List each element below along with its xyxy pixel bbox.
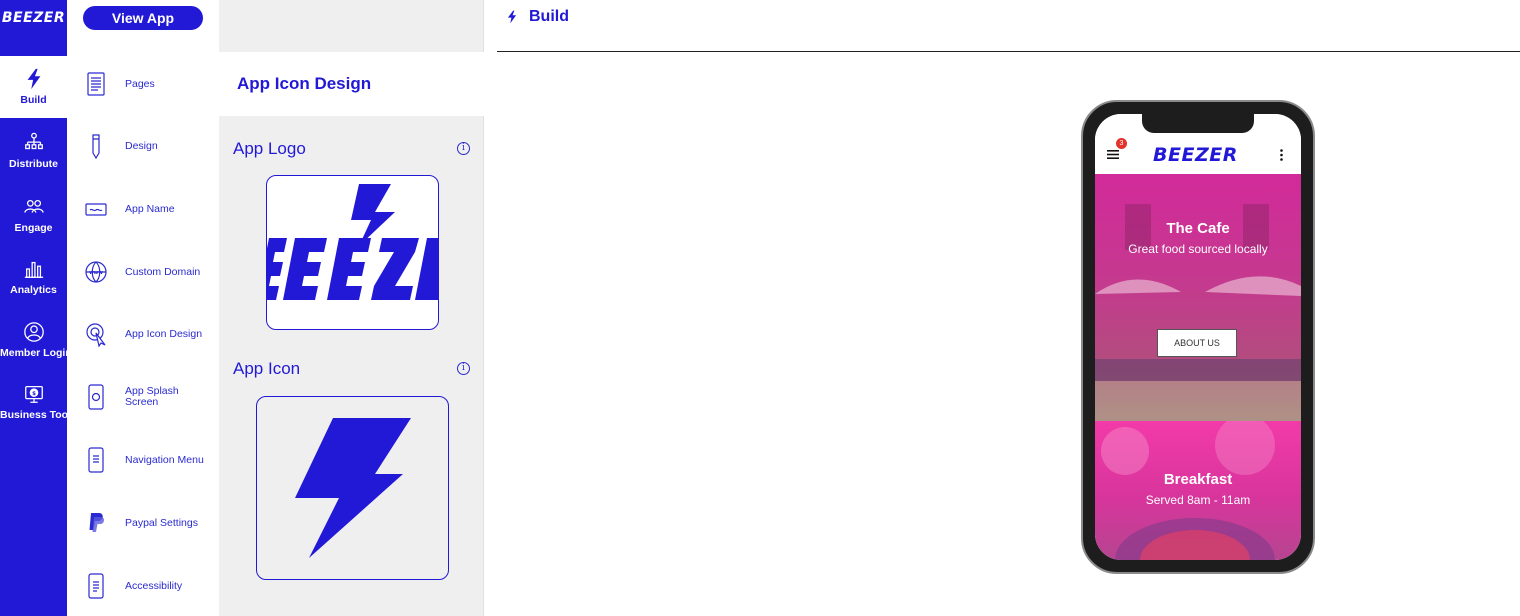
info-icon[interactable]: i	[457, 362, 470, 375]
more-icon[interactable]	[1280, 149, 1283, 161]
menu-item-app-splash-screen[interactable]: App Splash Screen	[67, 377, 219, 417]
menu-item-label: Custom Domain	[125, 265, 201, 278]
cursor-click-icon	[86, 323, 106, 347]
about-us-button[interactable]: ABOUT US	[1157, 329, 1237, 357]
build-menu: View App Pages Design App Name www Custo…	[67, 0, 219, 616]
phone-notch	[1142, 114, 1254, 133]
rail-item-build[interactable]: Build	[0, 56, 67, 118]
rail-item-label: Analytics	[10, 284, 57, 296]
rail-item-label: Business Tools	[0, 409, 67, 421]
menu-item-label: Pages	[125, 77, 155, 90]
phone-menu-icon	[88, 447, 104, 473]
app-logo-preview[interactable]	[266, 175, 439, 330]
view-app-button[interactable]: View App	[83, 6, 203, 30]
menu-item-label: App Icon Design	[125, 327, 203, 340]
app-icon-preview[interactable]	[256, 396, 449, 580]
hamburger-icon[interactable]	[1107, 150, 1119, 159]
divider	[497, 51, 1520, 52]
rail-item-business-tools[interactable]: $ Business Tools	[0, 371, 67, 433]
notification-badge: 3	[1116, 138, 1127, 149]
menu-item-navigation-menu[interactable]: Navigation Menu	[67, 440, 219, 480]
user-circle-icon	[23, 322, 44, 342]
menu-item-label: App Splash Screen	[125, 385, 179, 408]
hero2-subtitle: Served 8am - 11am	[1145, 493, 1251, 507]
people-icon	[23, 199, 44, 213]
card-icon	[85, 203, 107, 216]
beezer-logo-image	[267, 184, 438, 300]
rail-item-distribute[interactable]: Distribute	[0, 120, 67, 182]
bar-chart-icon	[24, 261, 43, 278]
bolt-icon	[507, 10, 517, 24]
left-rail: BEEZER Build Distribute Engage Analytics…	[0, 0, 67, 616]
rail-item-engage[interactable]: Engage	[0, 184, 67, 246]
menu-item-app-name[interactable]: App Name	[67, 189, 219, 229]
document-icon	[87, 72, 105, 96]
paypal-icon	[89, 513, 104, 532]
bolt-icon	[27, 68, 40, 90]
phone-splash-icon	[88, 384, 104, 410]
menu-item-accessibility[interactable]: Accessibility	[67, 566, 219, 606]
svg-text:www: www	[89, 270, 103, 276]
svg-text:$: $	[32, 391, 36, 397]
dollar-monitor-icon: $	[24, 386, 43, 403]
hero2-title: Breakfast	[1163, 471, 1233, 488]
globe-www-icon: www	[85, 261, 107, 283]
rail-item-analytics[interactable]: Analytics	[0, 246, 67, 308]
menu-item-custom-domain[interactable]: www Custom Domain	[67, 252, 219, 292]
app-icon-heading: App Icon	[233, 359, 301, 378]
rail-item-label: Member Login	[0, 347, 67, 359]
breadcrumb-label: Build	[529, 8, 569, 25]
menu-item-label: Navigation Menu	[125, 453, 204, 466]
rail-item-label: Distribute	[8, 158, 58, 170]
panel-title: App Icon Design	[219, 52, 484, 116]
pencil-icon	[92, 134, 100, 159]
info-icon[interactable]: i	[457, 142, 470, 155]
menu-item-label: Design	[125, 139, 158, 152]
menu-item-label: App Name	[125, 202, 175, 215]
menu-item-paypal-settings[interactable]: Paypal Settings	[67, 503, 219, 543]
breakfast-photo	[1101, 421, 1275, 560]
cafe-photo	[1095, 204, 1301, 421]
rail-item-member-login[interactable]: Member Login	[0, 309, 67, 371]
app-icon-design-panel: App Icon Design App Logo i App Icon i	[219, 0, 484, 616]
rail-item-label: Build	[20, 94, 47, 106]
hero-subtitle: Great food sourced locally	[1128, 242, 1268, 256]
rail-item-label: Engage	[14, 222, 53, 234]
phone-preview: 3 BEEZER The Cafe Great food sourced loc…	[1081, 100, 1315, 574]
menu-item-design[interactable]: Design	[67, 126, 219, 166]
breadcrumb: Build	[505, 8, 569, 26]
menu-item-app-icon-design[interactable]: App Icon Design	[67, 314, 219, 354]
phone-accessibility-icon	[88, 573, 104, 599]
app-logo-heading: App Logo	[233, 139, 306, 158]
hero-title: The Cafe	[1166, 220, 1230, 237]
menu-item-pages[interactable]: Pages	[67, 64, 219, 104]
hero-breakfast[interactable]: Breakfast Served 8am - 11am	[1095, 421, 1301, 560]
org-chart-icon	[24, 132, 43, 150]
beezer-logo: BEEZER	[1, 10, 66, 26]
menu-item-label: Accessibility	[125, 579, 183, 592]
hero-cafe[interactable]: The Cafe Great food sourced locally ABOU…	[1095, 174, 1301, 421]
bolt-icon	[294, 417, 411, 558]
app-brand: BEEZER	[1153, 144, 1238, 166]
phone-screen: 3 BEEZER The Cafe Great food sourced loc…	[1095, 114, 1301, 560]
menu-item-label: Paypal Settings	[125, 516, 198, 529]
main-area: Build 3 BEEZER The Cafe Great food sourc…	[485, 0, 1520, 616]
